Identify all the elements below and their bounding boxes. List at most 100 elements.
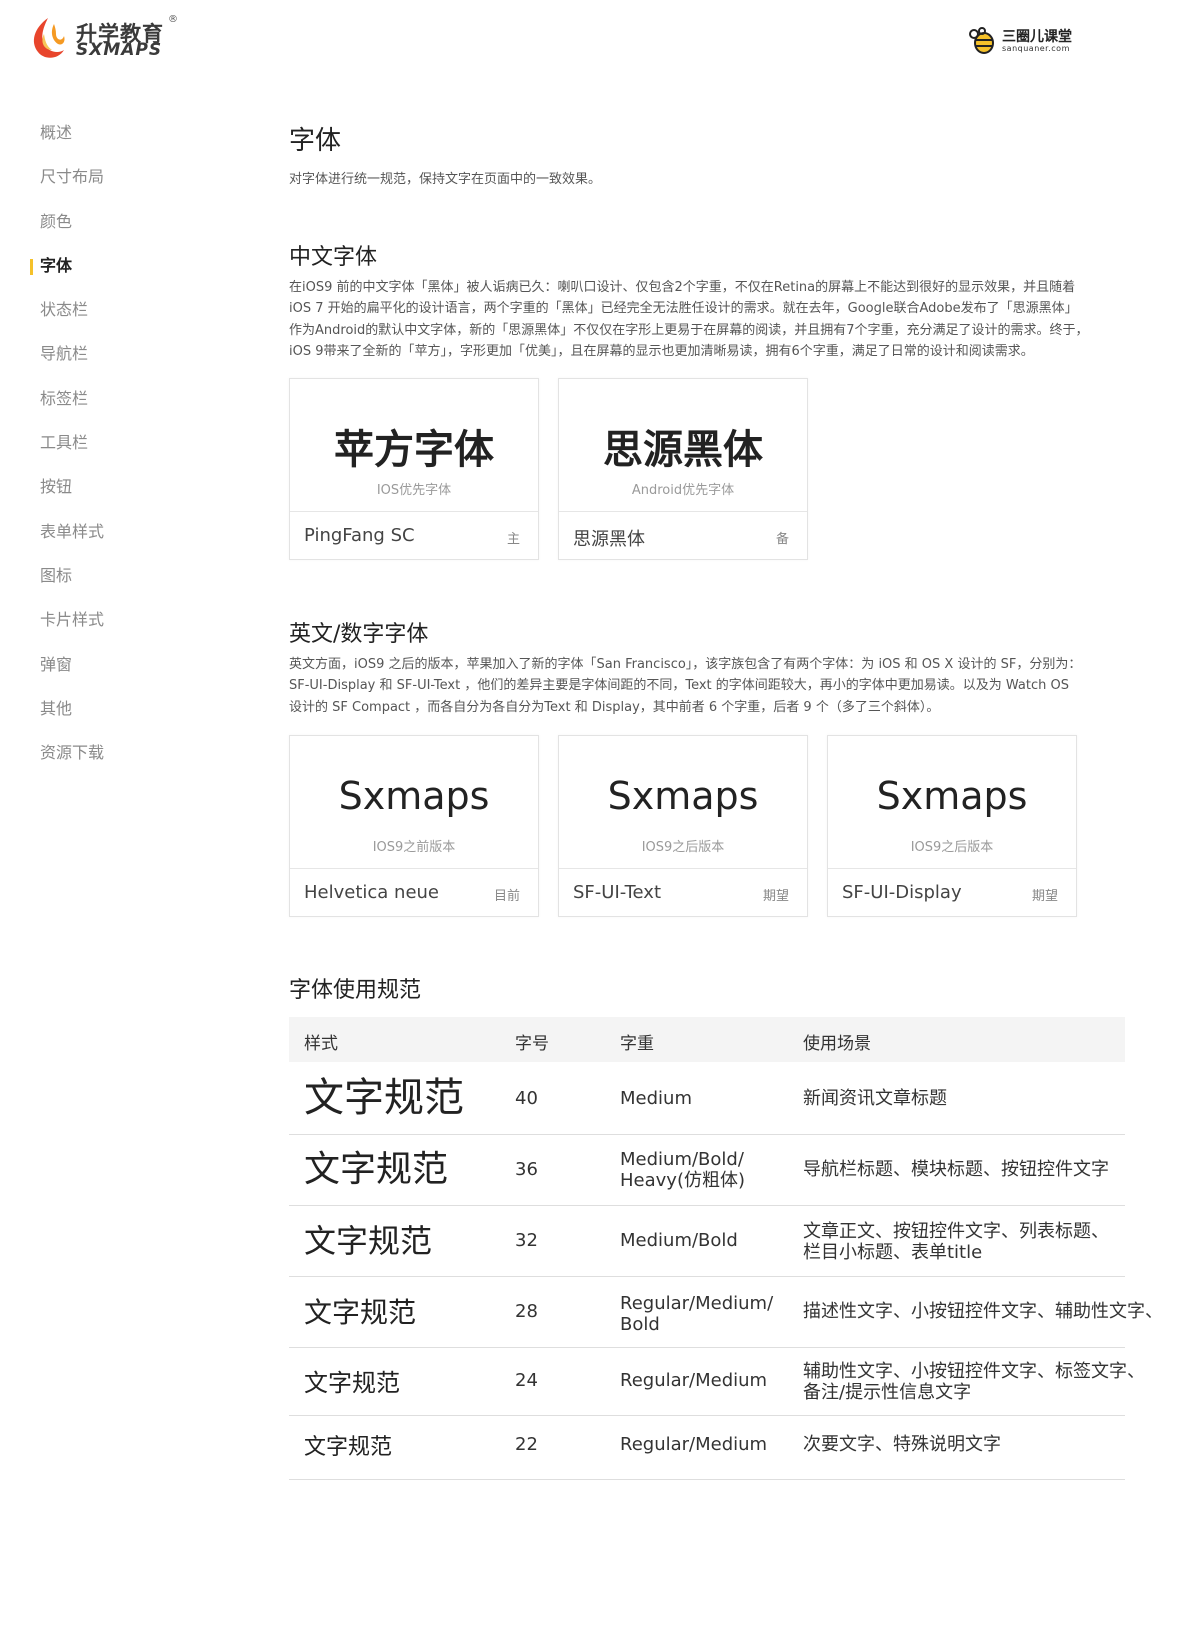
- font-tag: 目前: [493, 889, 520, 904]
- style-sample: 文字规范: [304, 1075, 464, 1121]
- flame-logo-icon: [33, 18, 65, 58]
- font-size-cell: 36: [515, 1159, 538, 1180]
- sidebar-item-card[interactable]: 卡片样式: [30, 605, 180, 649]
- font-size-cell: 28: [515, 1301, 538, 1322]
- font-size-cell: 24: [515, 1370, 538, 1391]
- sidebar-item-layout[interactable]: 尺寸布局: [30, 162, 180, 206]
- sidebar-nav: 概述 尺寸布局 颜色 字体 状态栏 导航栏 标签栏 工具栏 按钮 表单样式 图标…: [30, 118, 180, 782]
- usage-line: 栏目小标题、表单title: [803, 1242, 983, 1263]
- font-weight-line: Bold: [620, 1314, 660, 1335]
- font-sample: Sxmaps: [338, 774, 490, 818]
- paragraph-line: 在iOS9 前的中文字体「黑体」被人诟病已久：喇叭口设计、仅包含2个字重，不仅在…: [289, 280, 1076, 295]
- bee-icon: [969, 27, 994, 54]
- font-sample: 思源黑体: [603, 427, 763, 473]
- font-card-source-han: 思源黑体 Android优先字体 思源黑体 备: [558, 378, 808, 560]
- table-row: 文字规范 36 Medium/Bold/ Heavy(仿粗体) 导航栏标题、模块…: [289, 1135, 1125, 1206]
- sidebar-item-color[interactable]: 颜色: [30, 207, 180, 251]
- sidebar-item-tabbar[interactable]: 标签栏: [30, 384, 180, 428]
- sidebar-item-navbar[interactable]: 导航栏: [30, 339, 180, 383]
- usage-line: 文章正文、按钮控件文字、列表标题、: [803, 1221, 1109, 1242]
- font-sample: Sxmaps: [607, 774, 759, 818]
- sidebar-item-icon[interactable]: 图标: [30, 561, 180, 605]
- table-row: 文字规范 28 Regular/Medium/ Bold 描述性文字、小按钮控件…: [289, 1277, 1163, 1348]
- partner-name: 三圈儿课堂: [1002, 29, 1072, 45]
- usage-cell: 辅助性文字、小按钮控件文字、标签文字、 备注/提示性信息文字: [803, 1361, 1145, 1403]
- partner-logo[interactable]: 三圈儿课堂 sanquaner.com: [968, 26, 1088, 56]
- usage-cell: 导航栏标题、模块标题、按钮控件文字: [803, 1159, 1109, 1180]
- font-caption: IOS9之后版本: [910, 840, 994, 855]
- font-sample: 苹方字体: [334, 427, 494, 473]
- sidebar-item-toolbar[interactable]: 工具栏: [30, 428, 180, 472]
- sidebar-item-overview[interactable]: 概述: [30, 118, 180, 162]
- column-header-size: 字号: [515, 1034, 549, 1054]
- font-weight-cell: Medium/Bold/ Heavy(仿粗体): [620, 1149, 745, 1191]
- table-row: 文字规范 40 Medium 新闻资讯文章标题: [289, 1062, 1125, 1135]
- font-caption: IOS优先字体: [376, 483, 452, 498]
- usage-line: 备注/提示性信息文字: [803, 1382, 972, 1403]
- style-sample: 文字规范: [304, 1369, 400, 1397]
- font-card-sf-text: Sxmaps IOS9之后版本 SF-UI-Text 期望: [558, 735, 808, 917]
- style-sample: 文字规范: [304, 1296, 417, 1329]
- partner-url: sanquaner.com: [1002, 44, 1070, 53]
- font-caption: Android优先字体: [631, 483, 735, 498]
- sidebar-item-other[interactable]: 其他: [30, 694, 180, 738]
- usage-cell: 新闻资讯文章标题: [803, 1088, 947, 1109]
- chinese-font-heading: 中文字体: [289, 245, 378, 270]
- sidebar-item-statusbar[interactable]: 状态栏: [30, 295, 180, 339]
- chinese-font-description: 在iOS9 前的中文字体「黑体」被人诟病已久：喇叭口设计、仅包含2个字重，不仅在…: [289, 277, 1129, 362]
- sidebar-item-button[interactable]: 按钮: [30, 472, 180, 516]
- font-name: 思源黑体: [573, 529, 645, 550]
- column-header-weight: 字重: [620, 1034, 654, 1054]
- english-font-heading: 英文/数字字体: [289, 622, 429, 647]
- registered-mark: ®: [168, 14, 178, 25]
- font-weight-cell: Regular/Medium/ Bold: [620, 1293, 773, 1335]
- table-row: 文字规范 24 Regular/Medium 辅助性文字、小按钮控件文字、标签文…: [289, 1348, 1145, 1416]
- sidebar-item-download[interactable]: 资源下载: [30, 738, 180, 782]
- column-header-style: 样式: [304, 1034, 338, 1054]
- sxmaps-logo[interactable]: 升学教育 SXMAPS ®: [28, 14, 188, 62]
- style-sample: 文字规范: [304, 1222, 433, 1260]
- paragraph-line: 设计的 SF Compact ，而各自分为各自分为Text 和 Display，…: [289, 699, 940, 715]
- paragraph-line: iOS 7 开始的扁平化的设计语言，两个字重的「黑体」已经完全无法胜任设计的需求…: [289, 301, 1078, 317]
- usage-cell: 文章正文、按钮控件文字、列表标题、 栏目小标题、表单title: [803, 1221, 1109, 1263]
- logo-english-text: SXMAPS: [76, 40, 163, 60]
- font-weight-cell: Regular/Medium: [620, 1434, 768, 1455]
- font-weight-cell: Regular/Medium: [620, 1370, 768, 1391]
- font-weight-line: Heavy(仿粗体): [620, 1170, 745, 1191]
- usage-line: 辅助性文字、小按钮控件文字、标签文字、: [803, 1361, 1145, 1382]
- font-caption: IOS9之后版本: [641, 840, 725, 855]
- page-subtitle: 对字体进行统一规范，保持文字在页面中的一致效果。: [289, 172, 602, 187]
- font-weight-cell: Medium/Bold: [620, 1230, 738, 1251]
- style-sample: 文字规范: [304, 1149, 449, 1190]
- font-size-cell: 22: [515, 1434, 538, 1455]
- font-sample: Sxmaps: [876, 774, 1028, 818]
- sidebar-item-popup[interactable]: 弹窗: [30, 650, 180, 694]
- font-usage-heading: 字体使用规范: [289, 978, 422, 1003]
- usage-cell: 描述性文字、小按钮控件文字、辅助性文字、: [803, 1301, 1163, 1322]
- paragraph-line: 英文方面，iOS9 之后的版本，苹果加入了新的字体「San Francisco」…: [289, 657, 1082, 672]
- style-sample: 文字规范: [304, 1435, 393, 1460]
- font-name: PingFang SC: [304, 525, 415, 546]
- font-card-pingfang: 苹方字体 IOS优先字体 PingFang SC 主: [289, 378, 539, 560]
- sidebar-item-font[interactable]: 字体: [30, 251, 180, 295]
- usage-cell: 次要文字、特殊说明文字: [803, 1434, 1001, 1455]
- font-weight-line: Regular/Medium/: [620, 1293, 774, 1314]
- font-size-cell: 32: [515, 1230, 538, 1251]
- font-tag: 备: [775, 532, 789, 547]
- font-weight-line: Medium/Bold/: [620, 1149, 744, 1170]
- table-row: 文字规范 32 Medium/Bold 文章正文、按钮控件文字、列表标题、 栏目…: [289, 1206, 1125, 1277]
- font-weight-cell: Medium: [620, 1088, 692, 1109]
- table-row: 文字规范 22 Regular/Medium 次要文字、特殊说明文字: [289, 1416, 1125, 1480]
- font-name: Helvetica neue: [304, 882, 440, 903]
- column-header-usage: 使用场景: [803, 1034, 871, 1054]
- font-usage-table: 样式 字号 字重 使用场景 文字规范 40 Medium 新闻资讯文章标题 文字…: [289, 1017, 1163, 1480]
- font-size-cell: 40: [515, 1088, 538, 1109]
- page-title: 字体: [289, 126, 342, 156]
- paragraph-line: SF-UI-Display 和 SF-UI-Text ，他们的差异主要是字体间距…: [289, 678, 1069, 694]
- sidebar-item-form[interactable]: 表单样式: [30, 517, 180, 561]
- english-font-description: 英文方面，iOS9 之后的版本，苹果加入了新的字体「San Francisco」…: [289, 654, 1129, 718]
- font-card-sf-display: Sxmaps IOS9之后版本 SF-UI-Display 期望: [827, 735, 1077, 917]
- paragraph-line: iOS 9带来了全新的「苹方」，字形更加「优美」，且在屏幕的显示也更加清晰易读，…: [289, 343, 1034, 359]
- font-tag: 期望: [1031, 889, 1058, 904]
- font-caption: IOS9之前版本: [372, 840, 456, 855]
